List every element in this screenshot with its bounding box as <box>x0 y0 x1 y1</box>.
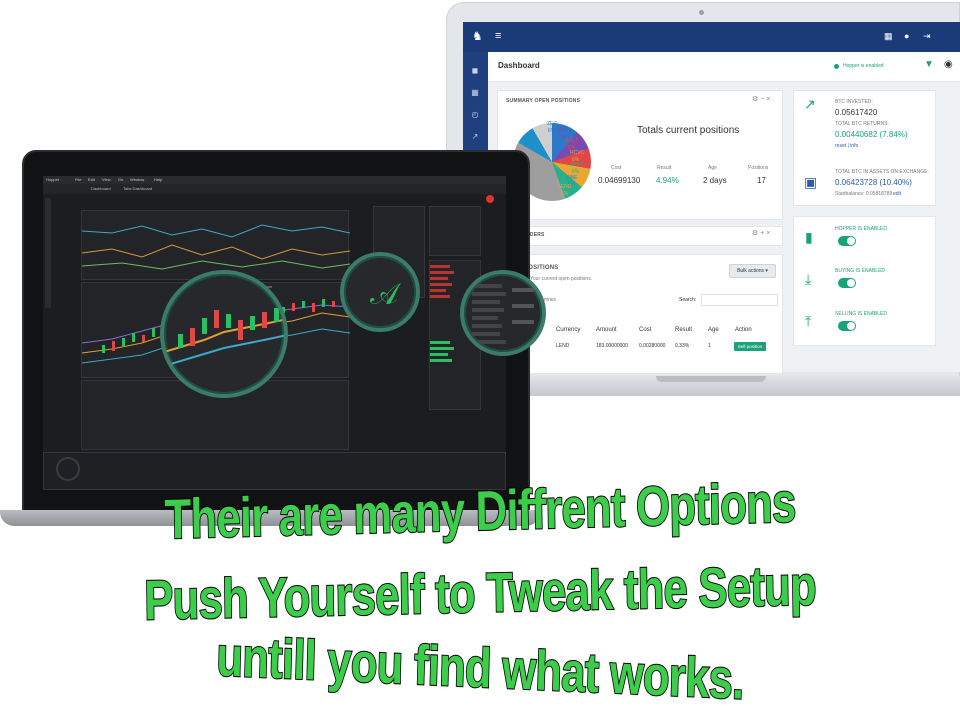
terminal-menubar: Hopper File Edit View Go Window Help <box>43 176 506 184</box>
toggle-hopper-label: HOPPER IS ENABLED <box>835 226 887 232</box>
startbalance-edit-link[interactable]: edit <box>893 191 901 197</box>
row-result: 0.33% <box>675 343 690 349</box>
selling-toggle[interactable] <box>838 321 856 331</box>
magnifier-widget: 𝒜 <box>340 252 420 332</box>
traffic-light-icon: ▮ <box>805 229 813 245</box>
stat-age-label: Age <box>708 165 717 171</box>
btc-assets-value: 0.06423728 (10.40%) <box>835 178 912 187</box>
row-currency[interactable]: LEND <box>556 343 569 349</box>
orderbook-top <box>429 206 481 256</box>
stat-positions-value: 17 <box>757 176 766 185</box>
wallet-icon: ▣ <box>804 174 818 190</box>
row-cost: 0.00280000 <box>639 343 666 349</box>
btc-invested-value: 0.05617420 <box>835 108 878 117</box>
webcam-icon <box>699 10 704 15</box>
dashboard-header: Dashboard Hopper is enabled ▼ ◉ <box>488 52 960 82</box>
stat-cost-label: Cost <box>611 165 622 171</box>
tab-tabs-dashboard[interactable]: Tabs Dashboard <box>123 186 152 191</box>
joystick-icon[interactable] <box>56 457 80 481</box>
trend-up-icon: ↗ <box>804 96 816 112</box>
menu-item[interactable]: File <box>75 177 81 182</box>
col-age[interactable]: Age <box>708 327 719 333</box>
toggle-selling-label: SELLING IS ENABLED <box>835 311 887 317</box>
orders-card-controls[interactable]: ⚙ + × <box>752 229 770 237</box>
sidebar-history-icon[interactable]: ◴ <box>470 110 480 120</box>
terminal-tabbar: Dashboard Tabs Dashboard <box>43 184 506 194</box>
row-amount: 183.00000000 <box>596 343 628 349</box>
page-title: Dashboard <box>498 61 540 70</box>
laptop-back-notch <box>656 376 766 382</box>
drawing-toolbar[interactable] <box>45 198 51 308</box>
toggles-card <box>793 216 936 346</box>
pie-label: LEND <box>558 184 572 190</box>
pie-label: ARK <box>558 127 569 133</box>
positions-subtitle: Your current open positions. <box>530 276 593 282</box>
sidebar-grid-icon[interactable]: ▦ <box>470 88 480 98</box>
col-amount[interactable]: Amount <box>596 327 617 333</box>
pie-label: 6% <box>561 191 569 197</box>
menu-item[interactable]: View <box>102 177 111 182</box>
user-icon[interactable]: ● <box>904 30 909 42</box>
summary-title: SUMMARY OPEN POSITIONS <box>506 98 581 104</box>
buying-toggle[interactable] <box>838 278 856 288</box>
menu-item[interactable]: Hopper <box>46 177 59 182</box>
totals-title: Totals current positions <box>637 125 740 136</box>
btc-returns-value: 0.00440682 (7.84%) <box>835 130 908 139</box>
status-dot-icon <box>834 64 839 69</box>
stat-positions-label: Positions <box>748 165 769 171</box>
col-result[interactable]: Result <box>675 327 692 333</box>
startbalance: Startbalance: 0.05818789 <box>835 191 893 197</box>
kangaroo-logo-icon: ♞ <box>472 29 483 43</box>
caption-line-3: untill you find what works. <box>215 623 746 711</box>
menu-item[interactable]: Edit <box>88 177 95 182</box>
promo-image: { "dashboard": { "title": "Dashboard", "… <box>0 0 960 720</box>
indicator-panel <box>81 210 351 280</box>
bulk-actions-button[interactable]: Bulk actions ▾ <box>729 264 776 278</box>
menu-item[interactable]: Go <box>118 177 123 182</box>
btc-assets-label: TOTAL BTC IN ASSETS ON EXCHANGE: <box>835 169 929 175</box>
pie-label: RCVC <box>570 150 585 156</box>
magnifier-chart <box>160 270 288 398</box>
stat-result-value: 4.94% <box>656 176 679 185</box>
logout-icon[interactable]: ⇥ <box>923 30 931 42</box>
hopper-toggle[interactable] <box>838 236 856 246</box>
stat-result-label: Result <box>657 165 672 171</box>
dashboard-topbar: ♞ ≡ ▦ ● ⇥ <box>463 22 960 52</box>
stat-cost-value: 0.04699130 <box>598 176 641 185</box>
row-age: 1 <box>708 343 711 349</box>
pie-label: KALT <box>566 138 579 144</box>
btc-links[interactable]: reset | info <box>835 143 858 149</box>
col-currency[interactable]: Currency <box>556 327 580 333</box>
caption-line-2: Push Yourself to Tweak the Setup <box>143 553 817 633</box>
download-icon: ⤓ <box>805 271 812 287</box>
menu-item[interactable]: Window <box>130 177 144 182</box>
menu-item[interactable]: Help <box>154 177 162 182</box>
upload-icon: ⤒ <box>805 313 812 329</box>
tab-dashboard[interactable]: Dashboard <box>91 186 111 191</box>
sell-position-button[interactable]: Sell position <box>734 342 766 351</box>
search-label: Search: <box>679 297 697 303</box>
signal-icon: ▼ <box>924 59 934 70</box>
pie-label: 6% <box>548 128 556 134</box>
pie-label: ZEC <box>547 121 557 127</box>
sidebar-dashboard-icon[interactable]: ◼ <box>470 66 480 76</box>
sidebar-chart-icon[interactable]: ↗ <box>470 132 480 142</box>
eye-icon[interactable]: ◉ <box>944 59 953 70</box>
close-icon[interactable] <box>486 195 494 203</box>
col-action: Action <box>735 327 752 333</box>
menu-icon[interactable]: ≡ <box>495 29 501 43</box>
toggle-buying-label: BUYING IS ENABLED <box>835 268 886 274</box>
stat-age-value: 2 days <box>703 176 727 185</box>
card-controls[interactable]: ⚙ − × <box>752 95 770 103</box>
col-cost[interactable]: Cost <box>639 327 651 333</box>
magnifier-orderbook <box>460 270 546 356</box>
hopper-logo-icon: 𝒜 <box>370 278 399 311</box>
btc-returns-label: TOTAL BTC RETURNS: <box>835 121 889 127</box>
hopper-status: Hopper is enabled <box>843 63 884 69</box>
btc-invested-label: BTC INVESTED: <box>835 99 873 105</box>
pie-label: APPC <box>570 162 584 168</box>
apps-icon[interactable]: ▦ <box>884 30 893 42</box>
search-input[interactable] <box>701 294 778 306</box>
